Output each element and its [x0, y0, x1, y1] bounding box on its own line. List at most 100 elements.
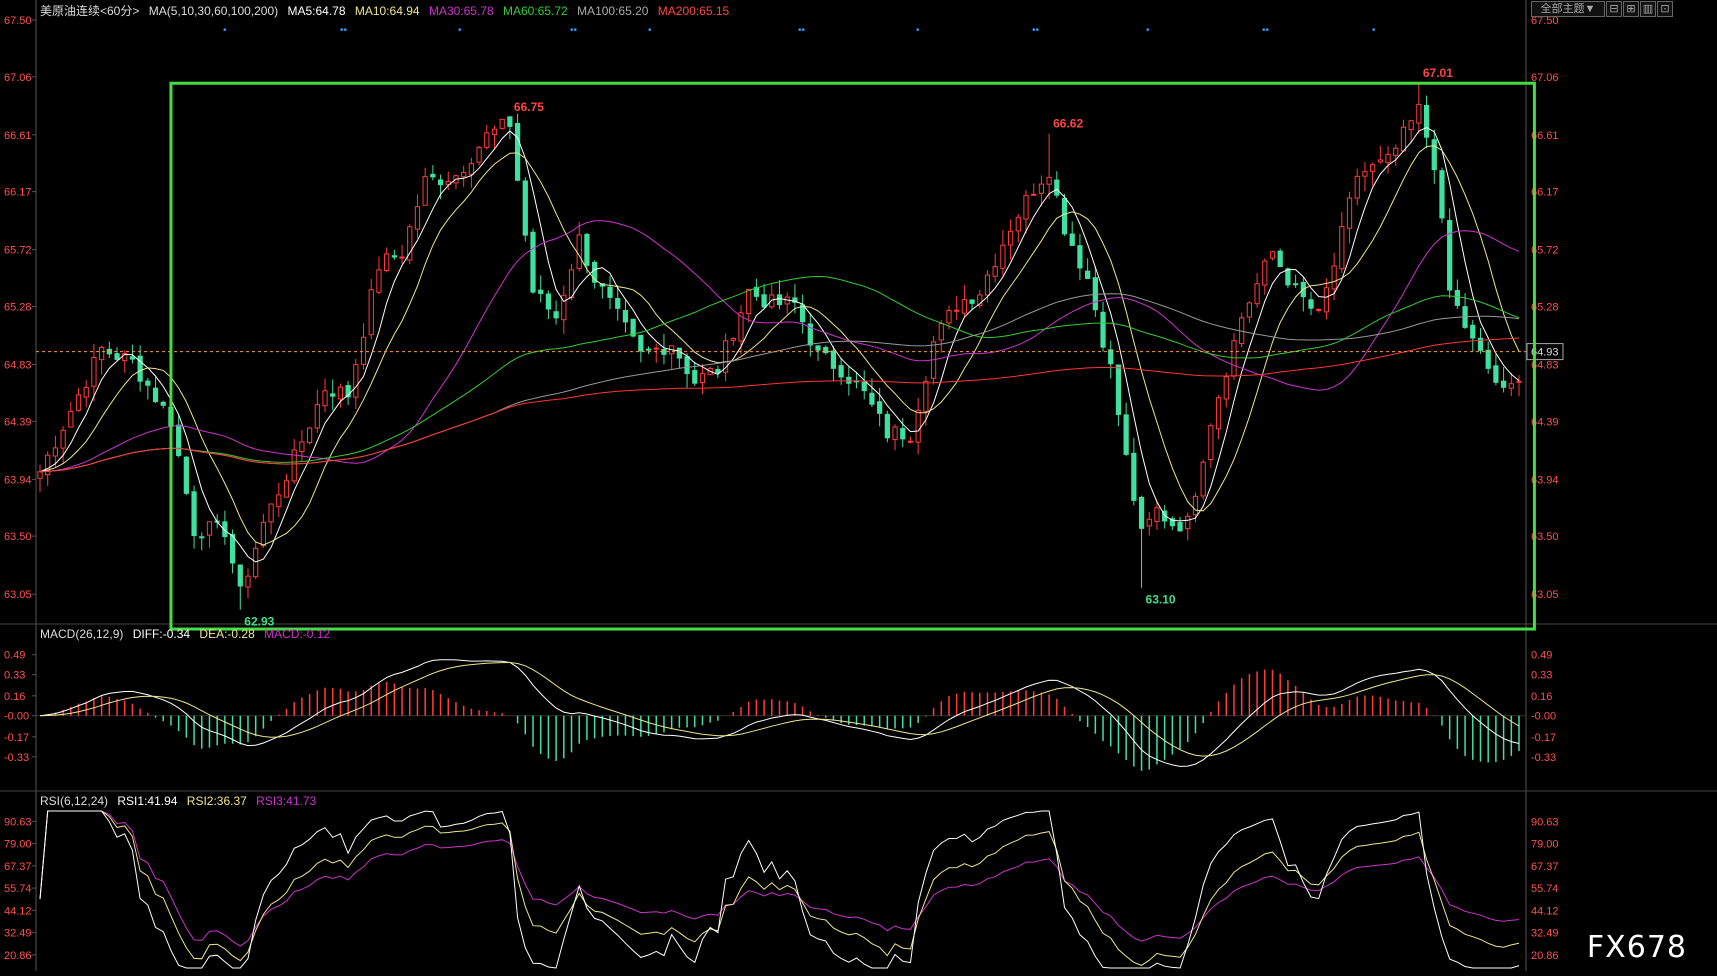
candle-body — [191, 491, 197, 537]
candle-body — [199, 536, 205, 539]
candle-body — [1331, 265, 1337, 290]
candle-body — [1092, 277, 1098, 311]
candle-body — [245, 575, 251, 588]
candle-body — [461, 172, 467, 178]
toolbar-button-1[interactable]: ⊟ — [1606, 1, 1622, 17]
rsi-ytick-right: 90.63 — [1531, 816, 1559, 828]
candle-body — [491, 128, 498, 136]
candle-body — [1100, 311, 1106, 348]
candle-body — [1339, 226, 1345, 270]
candle-body — [553, 311, 559, 319]
toolbar-button-4[interactable]: ⊡ — [1657, 1, 1673, 17]
candle-body — [1038, 183, 1045, 194]
candle-body — [1231, 340, 1237, 377]
candle-body — [368, 289, 374, 336]
candle-body — [268, 503, 274, 523]
main-ytick-left: 66.17 — [4, 187, 32, 199]
candle-body — [1292, 283, 1299, 286]
candle-body — [622, 310, 629, 323]
ma5-line — [39, 127, 1520, 563]
extreme-label: 66.75 — [514, 100, 544, 114]
candle-body — [746, 288, 752, 315]
candle-body — [884, 413, 890, 439]
main-ytick-left: 67.06 — [4, 72, 32, 84]
candle-body — [384, 253, 390, 271]
candle-body — [699, 373, 706, 384]
time-marker: • — [458, 25, 462, 36]
candle-body — [830, 350, 837, 369]
candle-body — [430, 173, 436, 178]
candle-body — [322, 390, 328, 407]
rsi1-value: RSI1:41.94 — [117, 794, 178, 808]
macd-diff: DIFF:-0.34 — [132, 627, 191, 641]
candle-body — [584, 233, 590, 266]
main-ytick-left: 65.28 — [4, 301, 32, 313]
candle-body — [1085, 270, 1091, 279]
candle-body — [306, 427, 313, 444]
candle-body — [1377, 159, 1383, 163]
candle-body — [869, 392, 875, 405]
candle-body — [638, 334, 644, 352]
candle-body — [152, 387, 159, 403]
candle-body — [1007, 230, 1014, 246]
candle-body — [1046, 176, 1052, 185]
candle-body — [1470, 324, 1476, 339]
candle-body — [961, 299, 967, 314]
theme-button[interactable]: 全部主题▼ — [1531, 1, 1605, 17]
candle-body — [260, 521, 267, 547]
candle-body — [538, 289, 544, 294]
candle-body — [1447, 219, 1453, 291]
ma5-value: MA5:64.78 — [287, 4, 346, 18]
rsi-ytick-right: 32.49 — [1531, 928, 1559, 940]
rsi-ytick-left: 79.00 — [4, 839, 32, 851]
time-marker: • — [1146, 25, 1150, 36]
main-ytick-left: 66.61 — [4, 130, 32, 142]
candle-body — [1262, 260, 1268, 286]
candle-body — [992, 266, 998, 277]
rsi2-value: RSI2:36.37 — [186, 794, 247, 808]
macd-ytick-left: 0.16 — [4, 691, 25, 703]
rsi-ytick-right: 67.37 — [1531, 861, 1559, 873]
candle-body — [37, 471, 43, 479]
macd-ytick-left: 0.33 — [4, 670, 25, 682]
candle-body — [1323, 287, 1330, 313]
candle-body — [229, 533, 236, 564]
main-header: 美原油连续<60分> MA(5,10,30,60,100,200) MA5:64… — [40, 2, 735, 19]
candle-body — [60, 429, 66, 449]
candle-body — [530, 231, 536, 293]
candle-body — [1015, 216, 1021, 232]
rsi-ytick-left: 44.12 — [4, 905, 32, 917]
candle-body — [1370, 164, 1376, 172]
candle-body — [1493, 365, 1499, 383]
candle-body — [715, 368, 721, 374]
ma-group-label: MA(5,10,30,60,100,200) — [148, 4, 279, 18]
time-marker: • — [223, 25, 227, 36]
macd-ytick-right: 0.16 — [1531, 691, 1552, 703]
candle-body — [476, 146, 482, 163]
candle-body — [907, 440, 914, 443]
candle-body — [1500, 380, 1507, 388]
main-ytick-left: 64.83 — [4, 360, 32, 372]
candle-body — [645, 348, 652, 351]
main-ytick-left: 67.50 — [4, 15, 32, 27]
candle-body — [1316, 308, 1322, 311]
candle-body — [776, 294, 783, 306]
toolbar-button-2[interactable]: ⊞ — [1623, 1, 1639, 17]
candle-body — [954, 309, 960, 312]
ma200-line — [39, 337, 1520, 473]
candle-body — [160, 401, 166, 406]
candle-body — [1416, 103, 1422, 124]
macd-ytick-left: -0.33 — [4, 752, 29, 764]
price-chart[interactable]: 67.50 67.5067.06 67.0666.61 66.6166.17 66.17… — [0, 0, 1717, 971]
candle-body — [1508, 383, 1514, 389]
extreme-label: 66.62 — [1053, 117, 1083, 131]
candle-body — [1362, 171, 1368, 177]
candle-body — [1031, 193, 1037, 196]
candle-body — [52, 447, 59, 457]
candle-body — [176, 424, 182, 456]
time-marker: •• — [1262, 25, 1270, 36]
toolbar-button-3[interactable]: ▥ — [1640, 1, 1656, 17]
candle-body — [568, 269, 575, 299]
candle-body — [1054, 179, 1060, 196]
candle-body — [1138, 496, 1145, 529]
